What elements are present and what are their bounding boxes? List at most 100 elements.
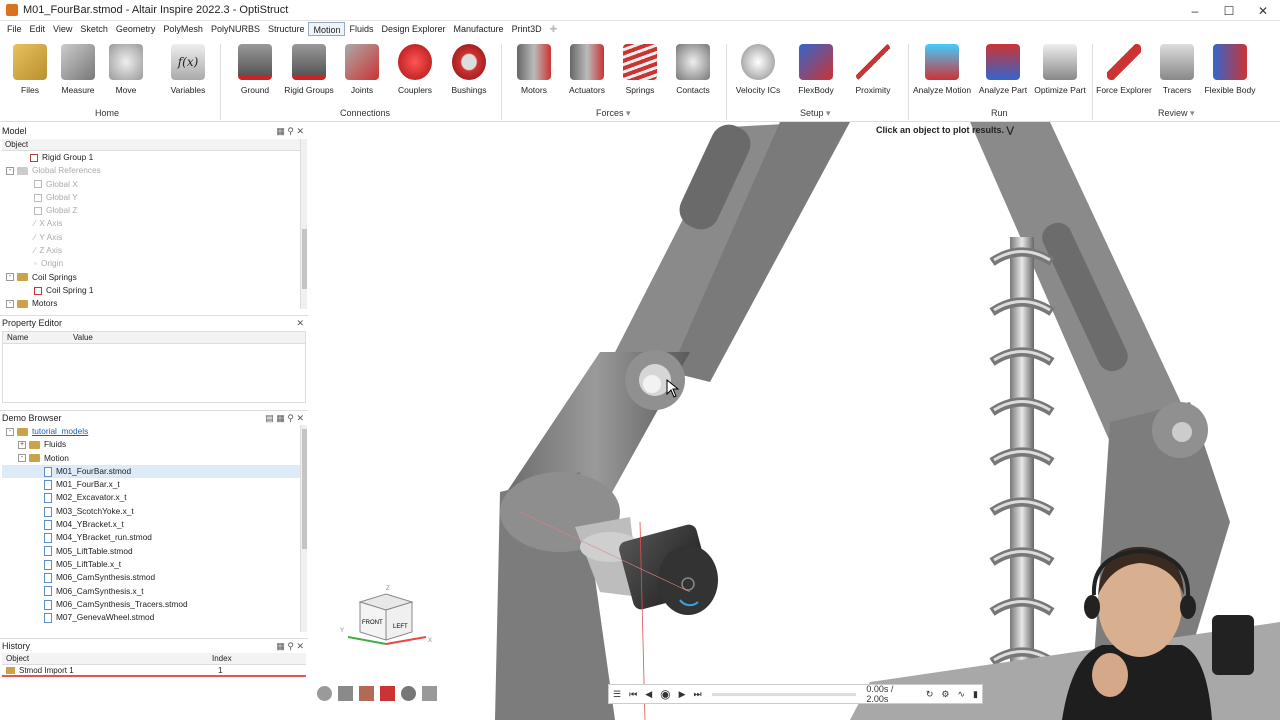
menu-print3d[interactable]: Print3D bbox=[508, 22, 546, 36]
menu-polynurbs[interactable]: PolyNURBS bbox=[207, 22, 264, 36]
fit-icon[interactable] bbox=[380, 686, 395, 701]
skip-end-icon[interactable]: ⏭ bbox=[694, 689, 702, 700]
file-item[interactable]: M04_YBracket.x_t bbox=[2, 518, 300, 531]
variables-button[interactable]: f(x) Variables bbox=[158, 44, 218, 95]
file-item[interactable]: M02_Excavator.x_t bbox=[2, 491, 300, 504]
search-icon[interactable]: ⚲ bbox=[287, 126, 294, 136]
collapse-icon[interactable]: - bbox=[6, 427, 14, 436]
tree-item-y-axis[interactable]: ∕ Y Axis bbox=[2, 231, 300, 244]
force-explorer-button[interactable]: Force Explorer bbox=[1094, 44, 1154, 95]
close-window-button[interactable]: ✕ bbox=[1246, 0, 1280, 21]
collapse-icon[interactable]: - bbox=[6, 300, 14, 309]
tree-item-tutorial-models[interactable]: - tutorial_models bbox=[2, 425, 300, 438]
ground-button[interactable]: Ground bbox=[225, 44, 285, 95]
group-setup[interactable]: Setup ▾ bbox=[800, 108, 831, 119]
menu-design-explorer[interactable]: Design Explorer bbox=[378, 22, 450, 36]
scrollbar-thumb[interactable] bbox=[302, 429, 307, 549]
tree-item-origin[interactable]: ◦ Origin bbox=[2, 257, 300, 270]
tree-item-motors[interactable]: - Motors bbox=[2, 297, 300, 309]
pin-icon[interactable]: ▦ bbox=[276, 126, 285, 136]
close-icon[interactable]: ✕ bbox=[296, 413, 304, 423]
search-icon[interactable]: ⚲ bbox=[287, 413, 294, 423]
file-item[interactable]: M04_YBracket_run.stmod bbox=[2, 531, 300, 544]
file-item[interactable]: M01_FourBar.x_t bbox=[2, 478, 300, 491]
demo-scrollbar[interactable] bbox=[300, 425, 307, 632]
add-tab-icon[interactable]: ✚ bbox=[546, 22, 562, 36]
velocity-ics-button[interactable]: Velocity ICs bbox=[728, 44, 788, 95]
tree-item-rigid-group-1[interactable]: Rigid Group 1 bbox=[2, 151, 300, 164]
file-item[interactable]: M06_CamSynthesis.x_t bbox=[2, 585, 300, 598]
file-item[interactable]: M01_FourBar.stmod bbox=[2, 464, 300, 479]
collapse-icon[interactable]: - bbox=[6, 167, 14, 176]
group-review[interactable]: Review ▾ bbox=[1158, 108, 1195, 119]
tree-item-global-y[interactable]: Global Y bbox=[2, 191, 300, 204]
collapse-icon[interactable]: - bbox=[18, 454, 26, 463]
tree-item-global-references[interactable]: - Global References bbox=[2, 164, 300, 177]
menu-motion[interactable]: Motion bbox=[308, 21, 346, 36]
menu-file[interactable]: File bbox=[3, 22, 26, 36]
proximity-button[interactable]: Proximity bbox=[843, 44, 903, 95]
menu-view[interactable]: View bbox=[49, 22, 76, 36]
tree-item-z-axis[interactable]: ∕ Z Axis bbox=[2, 244, 300, 257]
tree-item-global-z[interactable]: Global Z bbox=[2, 204, 300, 217]
tree-item-motion[interactable]: - Motion bbox=[2, 452, 300, 465]
menu-polymesh[interactable]: PolyMesh bbox=[159, 22, 207, 36]
zoom-icon[interactable] bbox=[401, 686, 416, 701]
rigid-groups-button[interactable]: Rigid Groups bbox=[279, 44, 339, 95]
history-row[interactable]: Stmod Import 1 1 bbox=[2, 665, 306, 677]
menu-structure[interactable]: Structure bbox=[264, 22, 309, 36]
file-item[interactable]: M07_GenevaWheel.stmod bbox=[2, 611, 300, 624]
play-icon[interactable]: ▶ bbox=[679, 689, 686, 700]
chart-icon[interactable]: ▮ bbox=[973, 689, 978, 700]
settings-icon[interactable]: ⚙ bbox=[941, 689, 949, 700]
contacts-button[interactable]: Contacts bbox=[663, 44, 723, 95]
flexbody-button[interactable]: FlexBody bbox=[786, 44, 846, 95]
close-icon[interactable]: ✕ bbox=[296, 126, 304, 136]
menu-geometry[interactable]: Geometry bbox=[112, 22, 160, 36]
tree-item-x-axis[interactable]: ∕ X Axis bbox=[2, 217, 300, 230]
move-button[interactable]: Move bbox=[96, 44, 156, 95]
springs-button[interactable]: Springs bbox=[610, 44, 670, 95]
collapse-icon[interactable]: - bbox=[6, 273, 14, 282]
view-cube[interactable]: FRONT LEFT Z X Y bbox=[338, 582, 438, 654]
group-forces[interactable]: Forces ▾ bbox=[596, 108, 631, 119]
tree-item-fluids[interactable]: + Fluids bbox=[2, 438, 300, 451]
pin-icon[interactable]: ▦ bbox=[276, 413, 285, 423]
joints-button[interactable]: Joints bbox=[332, 44, 392, 95]
menu-sketch[interactable]: Sketch bbox=[76, 22, 112, 36]
tracers-button[interactable]: Tracers bbox=[1147, 44, 1207, 95]
actuators-button[interactable]: Actuators bbox=[557, 44, 617, 95]
close-icon[interactable]: ✕ bbox=[296, 641, 304, 651]
section-icon[interactable] bbox=[359, 686, 374, 701]
orbit-icon[interactable] bbox=[317, 686, 332, 701]
timeline-slider[interactable] bbox=[711, 692, 857, 696]
expand-icon[interactable]: + bbox=[18, 441, 26, 450]
motors-button[interactable]: Motors bbox=[504, 44, 564, 95]
view-options-icon[interactable] bbox=[422, 686, 437, 701]
model-scrollbar[interactable] bbox=[300, 139, 307, 309]
minimize-button[interactable]: – bbox=[1178, 0, 1212, 21]
chevron-down-icon[interactable]: ⋁ bbox=[1007, 125, 1014, 135]
file-item[interactable]: M06_CamSynthesis_Tracers.stmod bbox=[2, 598, 300, 611]
stop-icon[interactable]: ◉ bbox=[660, 687, 670, 701]
maximize-button[interactable]: ☐ bbox=[1212, 0, 1246, 21]
tree-item-coil-springs[interactable]: - Coil Springs bbox=[2, 271, 300, 284]
file-item[interactable]: M05_LiftTable.stmod bbox=[2, 545, 300, 558]
tree-item-coil-spring-1[interactable]: Coil Spring 1 bbox=[2, 284, 300, 297]
tree-item-global-x[interactable]: Global X bbox=[2, 178, 300, 191]
plot-icon[interactable]: ∿ bbox=[958, 689, 966, 700]
menu-icon[interactable]: ☰ bbox=[613, 689, 621, 700]
search-icon[interactable]: ⚲ bbox=[287, 641, 294, 651]
file-item[interactable]: M03_ScotchYoke.x_t bbox=[2, 505, 300, 518]
flexible-body-button[interactable]: Flexible Body bbox=[1200, 44, 1260, 95]
menu-fluids[interactable]: Fluids bbox=[345, 22, 377, 36]
step-back-icon[interactable]: ◀ bbox=[645, 689, 652, 700]
couplers-button[interactable]: Couplers bbox=[385, 44, 445, 95]
close-icon[interactable]: ✕ bbox=[296, 318, 304, 328]
pan-icon[interactable] bbox=[338, 686, 353, 701]
menu-manufacture[interactable]: Manufacture bbox=[450, 22, 508, 36]
folder-open-icon[interactable]: ▤ bbox=[265, 413, 274, 423]
pin-icon[interactable]: ▦ bbox=[276, 641, 285, 651]
analyze-part-button[interactable]: Analyze Part bbox=[973, 44, 1033, 95]
analyze-motion-button[interactable]: Analyze Motion bbox=[912, 44, 972, 95]
